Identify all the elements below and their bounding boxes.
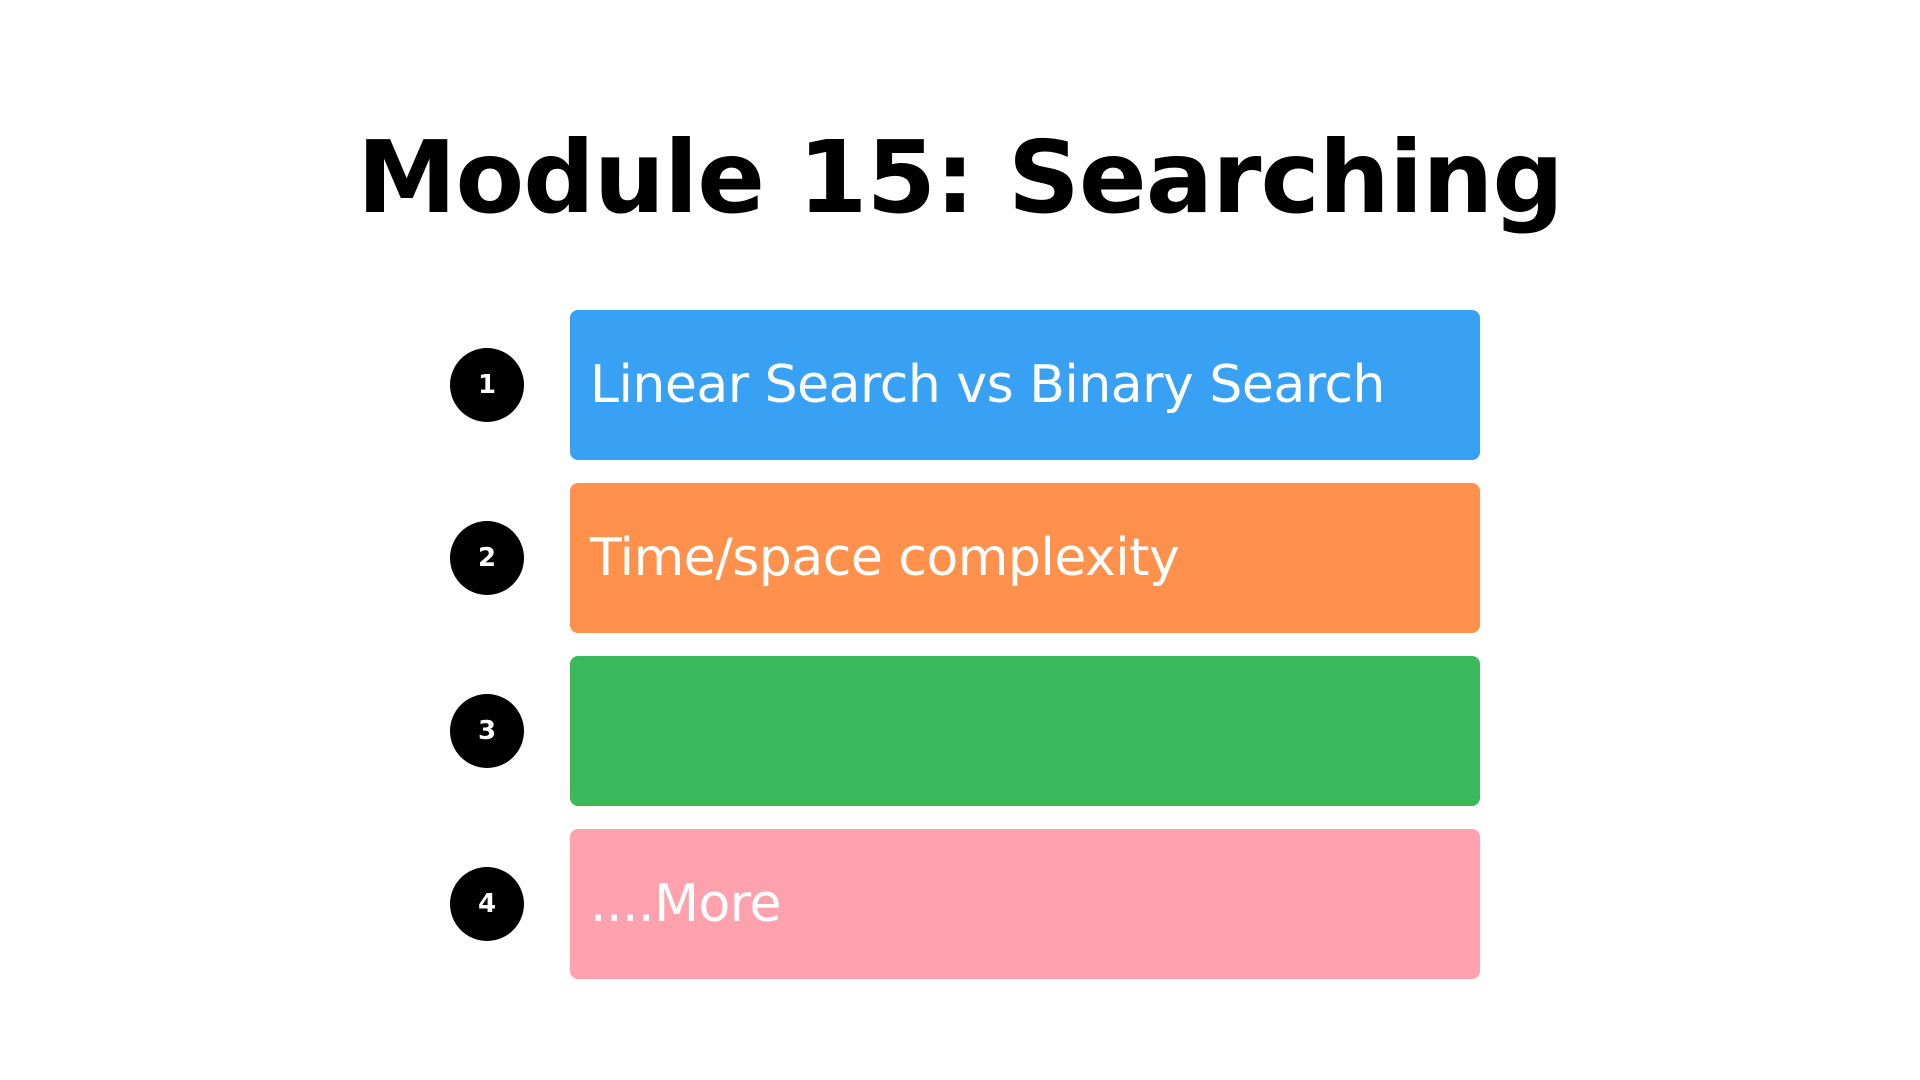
item-number-badge: 2	[450, 521, 524, 595]
slide-title: Module 15: Searching	[356, 119, 1564, 236]
list-item: 3	[450, 656, 1480, 806]
list-item: 1 Linear Search vs Binary Search	[450, 310, 1480, 460]
topic-label: Time/space complexity	[590, 528, 1180, 588]
list-item: 4 ....More	[450, 829, 1480, 979]
slide: Module 15: Searching 1 Linear Search vs …	[0, 0, 1920, 1080]
topic-list: 1 Linear Search vs Binary Search 2 Time/…	[450, 310, 1480, 1002]
topic-label: Linear Search vs Binary Search	[590, 355, 1386, 415]
item-number-badge: 3	[450, 694, 524, 768]
list-item: 2 Time/space complexity	[450, 483, 1480, 633]
topic-card	[570, 656, 1480, 806]
topic-card: Linear Search vs Binary Search	[570, 310, 1480, 460]
topic-label: ....More	[590, 874, 782, 934]
item-number-badge: 1	[450, 348, 524, 422]
item-number-badge: 4	[450, 867, 524, 941]
topic-card: ....More	[570, 829, 1480, 979]
topic-card: Time/space complexity	[570, 483, 1480, 633]
